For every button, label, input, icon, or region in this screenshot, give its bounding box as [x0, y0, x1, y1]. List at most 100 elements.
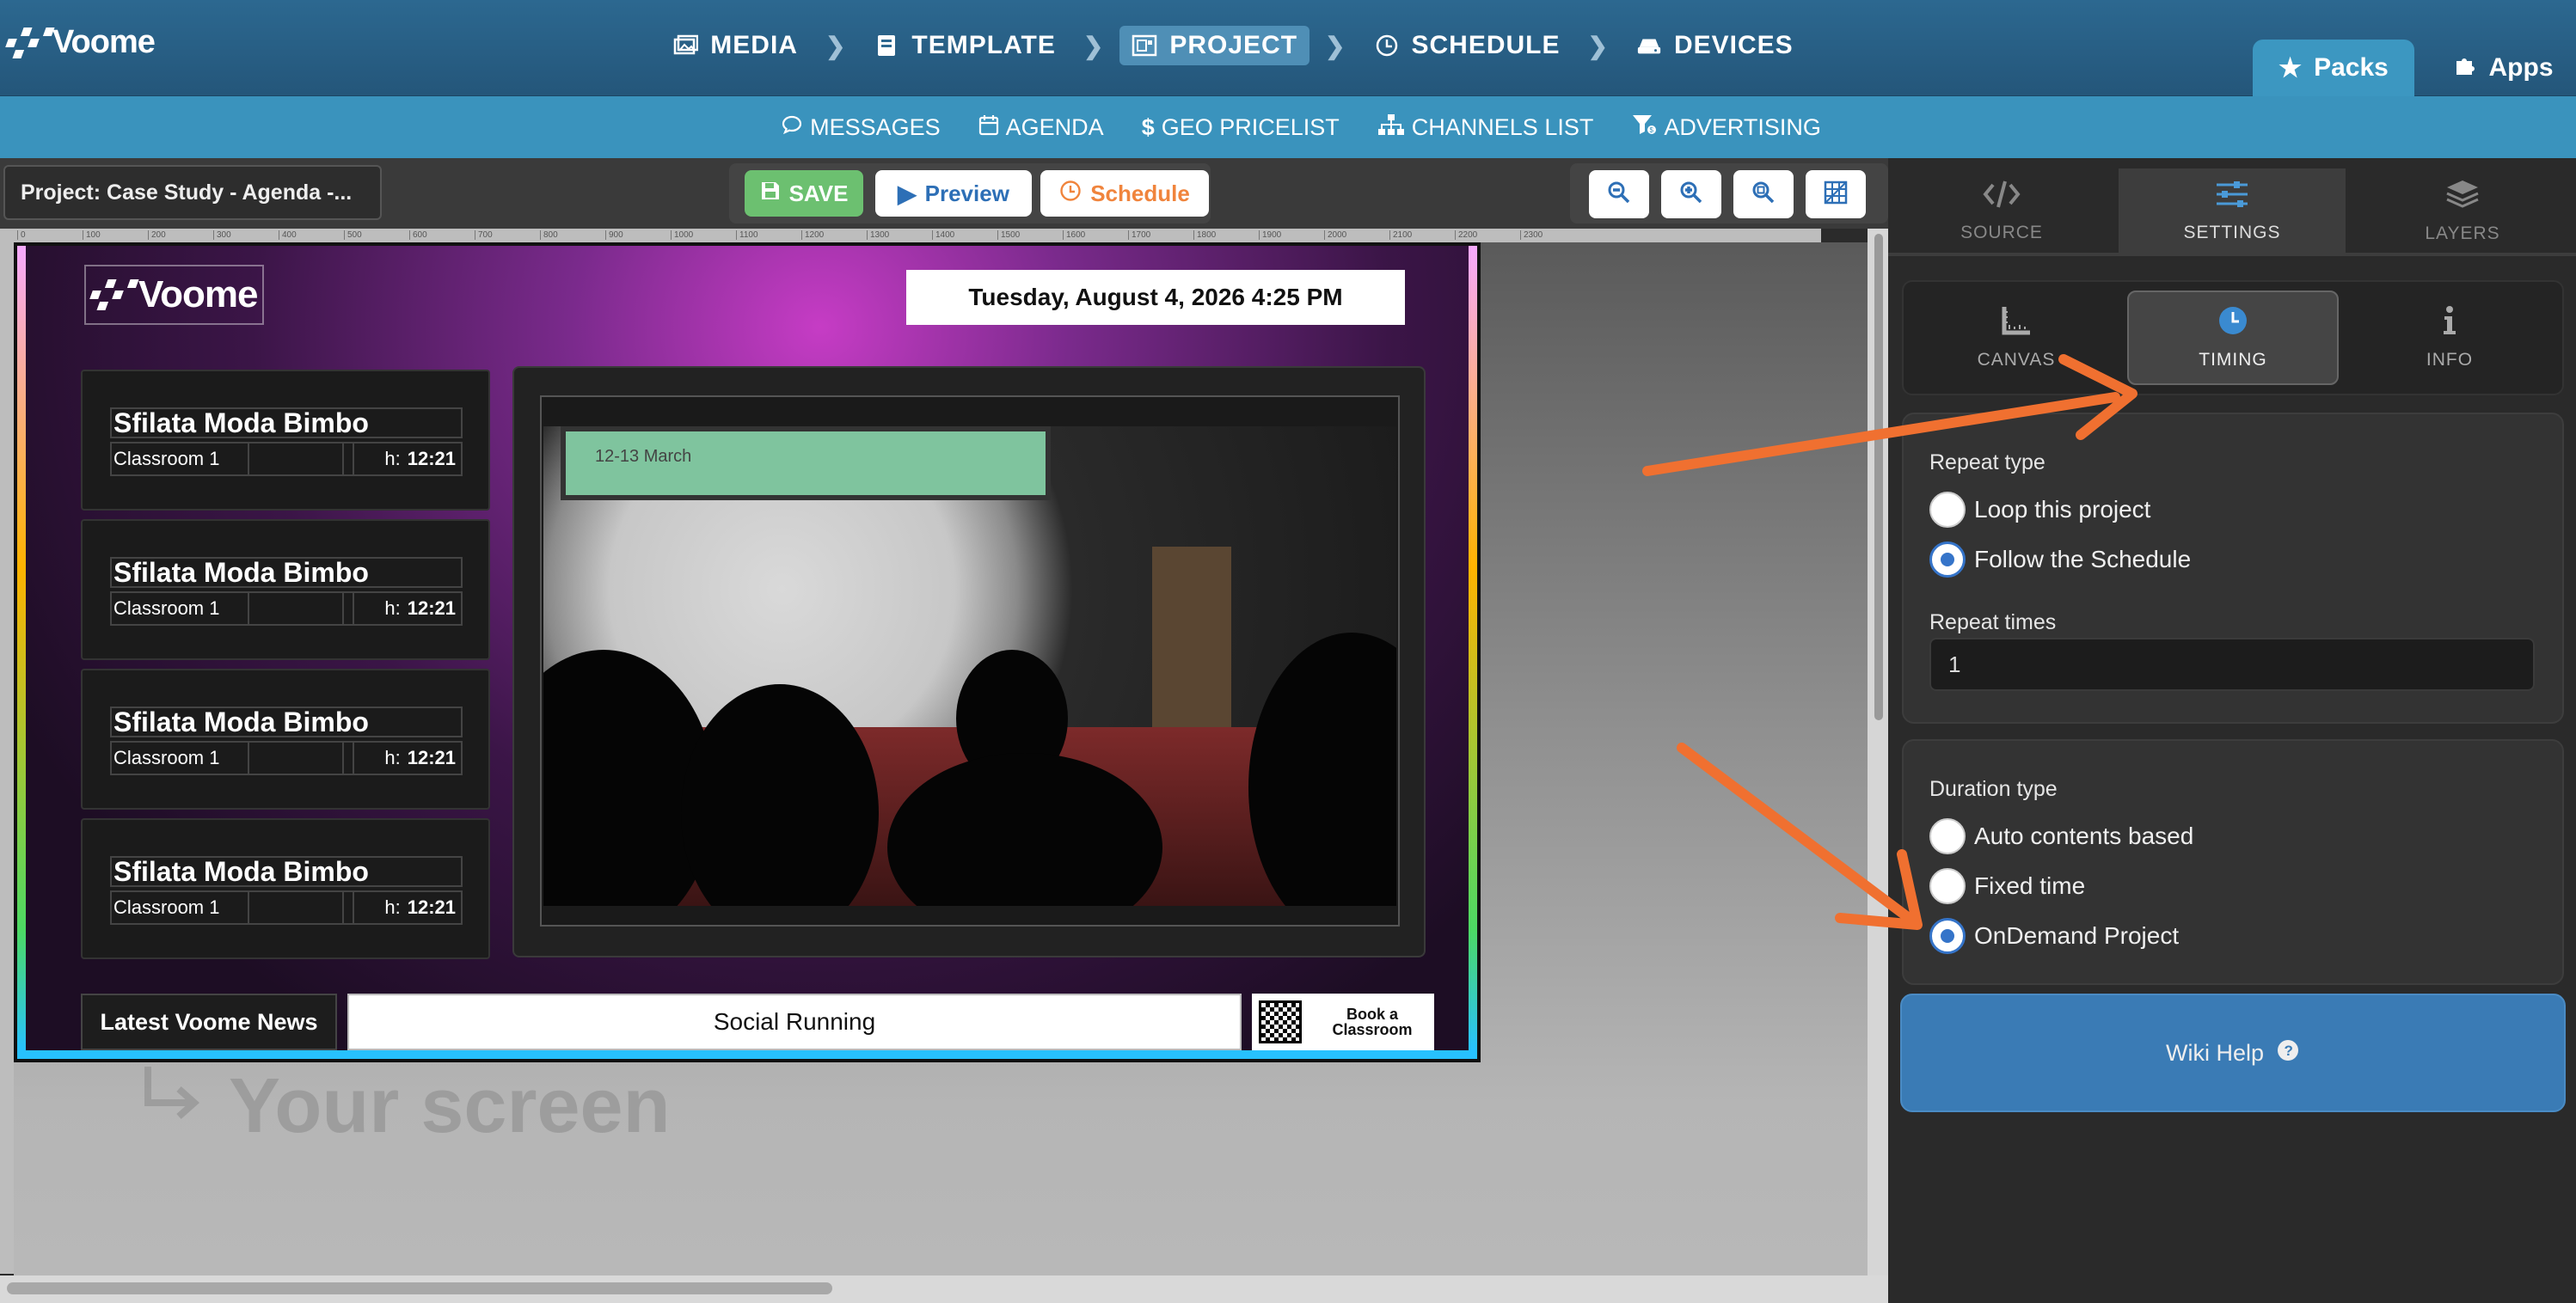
radio-auto-contents-label: Auto contents based: [1974, 823, 2194, 849]
schedule-button[interactable]: Schedule: [1040, 170, 1209, 217]
video-player[interactable]: 12-13 March: [543, 426, 1396, 906]
apps-tab[interactable]: Apps: [2430, 40, 2576, 96]
subtab-timing[interactable]: TIMING: [2127, 291, 2339, 385]
screen-logo-text: Voome: [138, 273, 258, 315]
agenda-card-room: Classroom 1: [112, 743, 249, 774]
horizontal-ruler: 0 100 200 300 400 500 600 700 800 900 1000 1100 1200…: [0, 229, 1821, 242]
radio-circle[interactable]: [1929, 492, 1966, 528]
vertical-scrollbar-thumb[interactable]: [1874, 234, 1883, 720]
subtab-info[interactable]: INFO: [2344, 291, 2555, 385]
tab-layers-label: LAYERS: [2425, 223, 2500, 243]
radio-circle-checked[interactable]: [1929, 918, 1966, 954]
duration-type-label: Duration type: [1929, 777, 2058, 801]
screen-preview[interactable]: Voome Tuesday, August 4, 2026 4:25 PM Sf…: [14, 242, 1481, 1062]
ruler-tick: 200: [148, 230, 166, 240]
packs-label: Packs: [2314, 53, 2389, 82]
ruler-tick: 1000: [671, 230, 693, 240]
zoom-fit-button[interactable]: [1733, 170, 1794, 218]
ruler-tick: 1400: [932, 230, 954, 240]
project-title: Project: Case Study - Agenda -...: [3, 165, 382, 220]
nav-media[interactable]: MEDIA: [660, 26, 810, 65]
ruler-tick: 1700: [1128, 230, 1150, 240]
sub-nav: MESSAGES AGENDA $ GEO PRICELIST CHANNELS…: [0, 96, 2576, 158]
svg-text:?: ?: [2285, 1043, 2293, 1059]
sliders-icon: [2215, 180, 2249, 214]
main-nav: MEDIA ❯ TEMPLATE ❯ PROJECT ❯ SCHEDULE ❯ …: [0, 26, 2576, 65]
subnav-advertising[interactable]: $ ADVERTISING: [1631, 113, 1821, 142]
subtab-info-label: INFO: [2426, 350, 2474, 370]
radio-circle-checked[interactable]: [1929, 541, 1966, 578]
radio-follow-schedule[interactable]: Follow the Schedule: [1929, 541, 2191, 578]
wiki-help-button[interactable]: Wiki Help ?: [1900, 994, 2566, 1112]
radio-circle[interactable]: [1929, 868, 1966, 904]
question-circle-icon: ?: [2276, 1038, 2300, 1068]
subnav-channels-list[interactable]: CHANNELS LIST: [1377, 113, 1593, 142]
subtab-canvas-label: CANVAS: [1977, 350, 2056, 370]
clock-icon: [1059, 180, 1082, 208]
radio-loop-project[interactable]: Loop this project: [1929, 492, 2150, 528]
subnav-geo-pricelist[interactable]: $ GEO PRICELIST: [1142, 114, 1340, 141]
ruler-tick: 500: [344, 230, 362, 240]
tab-settings[interactable]: SETTINGS: [2119, 168, 2346, 254]
zoom-in-icon: [1678, 180, 1704, 210]
image-icon: [672, 34, 699, 58]
ruler-tick: 1300: [867, 230, 889, 240]
repeat-section: Repeat type Loop this project Follow the…: [1902, 413, 2564, 724]
agenda-card-room: Classroom 1: [112, 444, 249, 474]
subnav-messages-label: MESSAGES: [810, 113, 941, 140]
nav-devices[interactable]: DEVICES: [1624, 26, 1806, 65]
video-silhouette: [1248, 633, 1396, 906]
tab-source[interactable]: SOURCE: [1888, 168, 2115, 254]
ruler-tick: 100: [83, 230, 101, 240]
subnav-agenda[interactable]: AGENDA: [978, 113, 1104, 142]
zoom-out-button[interactable]: [1589, 170, 1649, 218]
ruler-tick: 300: [213, 230, 231, 240]
preview-label: Preview: [924, 180, 1009, 206]
ruler-tick: 1600: [1063, 230, 1085, 240]
tab-layers[interactable]: LAYERS: [2349, 168, 2576, 254]
save-button[interactable]: SAVE: [745, 170, 863, 217]
tab-source-label: SOURCE: [1960, 223, 2043, 242]
repeat-times-input[interactable]: [1929, 638, 2535, 691]
radio-circle[interactable]: [1929, 818, 1966, 854]
radio-loop-project-label: Loop this project: [1974, 496, 2151, 523]
agenda-card-room: Classroom 1: [112, 892, 249, 923]
play-icon: ▶: [898, 180, 917, 207]
book-classroom-box: Book a Classroom: [1252, 994, 1434, 1050]
ruler-tick: 2200: [1455, 230, 1477, 240]
screen-date: Tuesday, August 4, 2026 4:25 PM: [906, 270, 1405, 325]
chevron-right-icon: ❯: [825, 32, 847, 59]
grid-toggle-button[interactable]: [1806, 170, 1866, 218]
agenda-card-title: Sfilata Moda Bimbo: [110, 856, 463, 887]
preview-button[interactable]: ▶ Preview: [875, 170, 1032, 217]
ruler-tick: 700: [475, 230, 493, 240]
agenda-card-h-label: h:: [384, 448, 401, 469]
repeat-type-label: Repeat type: [1929, 450, 2045, 474]
zoom-fit-icon: [1751, 180, 1776, 210]
radio-ondemand-project[interactable]: OnDemand Project: [1929, 918, 2179, 954]
panel-tabs: SOURCE SETTINGS LAYERS: [1888, 168, 2576, 254]
radio-fixed-time[interactable]: Fixed time: [1929, 868, 2085, 904]
agenda-card-time: 12:21: [407, 747, 456, 768]
nav-template[interactable]: TEMPLATE: [862, 26, 1067, 65]
subnav-messages[interactable]: MESSAGES: [781, 114, 941, 141]
schedule-label: Schedule: [1090, 180, 1190, 206]
radio-follow-schedule-label: Follow the Schedule: [1974, 546, 2192, 572]
nav-media-label: MEDIA: [710, 31, 798, 59]
ruler-tick: 900: [605, 230, 623, 240]
agenda-card-h-label: h:: [384, 747, 401, 768]
horizontal-scrollbar-thumb[interactable]: [7, 1282, 832, 1294]
nav-devices-label: DEVICES: [1673, 31, 1794, 59]
packs-tab[interactable]: ★ Packs: [2253, 40, 2414, 96]
nav-schedule[interactable]: SCHEDULE: [1362, 26, 1573, 65]
nav-project[interactable]: PROJECT: [1119, 26, 1310, 65]
zoom-in-button[interactable]: [1661, 170, 1721, 218]
vertical-ruler: [0, 242, 14, 1274]
ruler-tick: 800: [540, 230, 558, 240]
nav-schedule-label: SCHEDULE: [1411, 31, 1561, 59]
radio-auto-contents[interactable]: Auto contents based: [1929, 818, 2193, 854]
subtab-canvas[interactable]: CANVAS: [1911, 291, 2122, 385]
subtab-timing-label: TIMING: [2199, 350, 2267, 370]
ruler-tick: 1500: [997, 230, 1020, 240]
nav-project-label: PROJECT: [1169, 31, 1298, 59]
